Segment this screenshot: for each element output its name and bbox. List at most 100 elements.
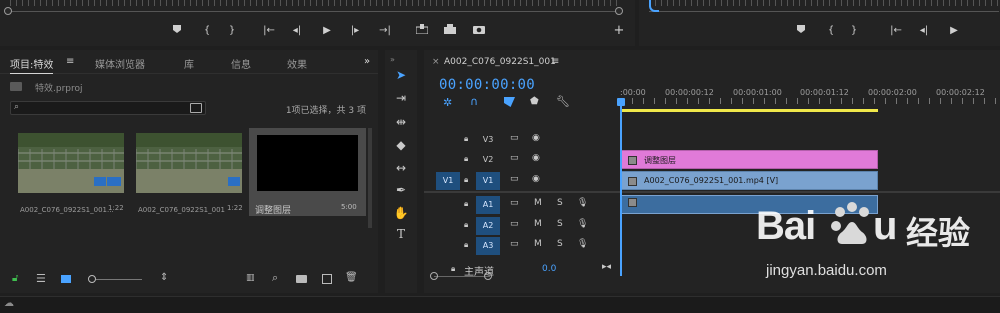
track-select-tool-icon[interactable]: ⇥ — [393, 90, 409, 106]
ripple-edit-tool-icon[interactable]: ⇹ — [393, 114, 409, 130]
tab-effects[interactable]: 效果 — [287, 56, 307, 71]
mark-in-icon[interactable]: { — [200, 24, 214, 38]
lock-icon[interactable]: 🔒︎ — [464, 154, 468, 164]
track-label[interactable]: V2 — [476, 151, 500, 169]
automate-to-sequence-icon[interactable]: ▥ — [246, 273, 255, 283]
track-label[interactable]: V3 — [476, 131, 500, 149]
lock-icon[interactable]: 🔓︎ — [12, 273, 18, 284]
timeline-scrollbar[interactable] — [434, 276, 490, 277]
panel-menu-icon[interactable]: ≡ — [66, 56, 74, 67]
nest-toggle-icon[interactable]: ✲ — [443, 96, 452, 109]
time-ruler[interactable] — [621, 98, 1000, 104]
mute-button[interactable]: M — [534, 239, 542, 249]
mute-button[interactable]: M — [534, 198, 542, 208]
sync-lock-icon[interactable]: ▭ — [510, 198, 519, 208]
eye-icon[interactable]: ◉ — [532, 133, 540, 143]
program-scrub-bar[interactable] — [649, 11, 999, 12]
play-icon[interactable]: ▶ — [320, 24, 334, 38]
add-marker-icon[interactable]: ⬟ — [530, 96, 539, 107]
lock-icon[interactable]: 🔒︎ — [464, 175, 468, 185]
cloud-sync-icon[interactable]: ☁ — [4, 298, 14, 309]
step-back-icon[interactable]: ◂| — [917, 24, 931, 38]
overwrite-icon[interactable] — [443, 24, 457, 38]
microphone-icon[interactable]: 🎙︎ — [577, 239, 588, 249]
mark-out-icon[interactable]: } — [225, 24, 239, 38]
camera-icon[interactable] — [472, 24, 486, 38]
panel-menu-icon[interactable]: ≡ — [551, 56, 559, 67]
slip-tool-icon[interactable]: ↔ — [393, 160, 409, 176]
list-view-icon[interactable]: ☰ — [36, 272, 46, 285]
icon-view-icon[interactable] — [61, 275, 71, 283]
go-to-in-icon[interactable]: |← — [889, 24, 903, 38]
search-input[interactable]: ⌕ — [10, 101, 206, 115]
add-marker-icon[interactable] — [170, 24, 184, 38]
more-tabs-icon[interactable]: » — [364, 56, 370, 67]
find-icon[interactable]: ⌕ — [272, 271, 278, 285]
source-patch-v1[interactable]: V1 — [436, 172, 460, 190]
eye-icon[interactable]: ◉ — [532, 174, 540, 184]
play-icon[interactable]: ▶ — [947, 24, 961, 38]
clip-thumbnail[interactable] — [17, 133, 124, 193]
sort-icon[interactable]: ⇕ — [160, 272, 168, 283]
sequence-thumbnail[interactable] — [135, 133, 242, 193]
selection-tool-icon[interactable]: ➤ — [393, 67, 409, 83]
new-bin-icon[interactable] — [296, 275, 307, 283]
eye-icon[interactable]: ◉ — [532, 153, 540, 163]
timecode-display[interactable]: 00:00:00:00 — [439, 77, 535, 93]
close-sequence-icon[interactable]: × — [432, 57, 440, 67]
lock-icon[interactable]: 🔒︎ — [464, 199, 468, 209]
track-label[interactable]: A3 — [476, 237, 500, 255]
go-to-in-icon[interactable]: |← — [262, 24, 276, 38]
source-in-handle[interactable] — [4, 7, 12, 15]
tab-libraries[interactable]: 库 — [184, 56, 194, 71]
new-item-icon[interactable] — [322, 274, 332, 284]
type-tool-icon[interactable]: T — [393, 226, 409, 242]
sync-lock-icon[interactable]: ▭ — [510, 219, 519, 229]
track-label[interactable]: V1 — [476, 172, 500, 190]
solo-button[interactable]: S — [557, 219, 563, 229]
zoom-slider[interactable] — [96, 279, 142, 280]
lock-icon[interactable]: 🔒︎ — [464, 220, 468, 230]
step-forward-icon[interactable]: |▸ — [348, 24, 362, 38]
source-out-handle[interactable] — [615, 7, 623, 15]
hand-tool-icon[interactable]: ✋ — [393, 205, 409, 221]
lock-icon[interactable]: 🔒︎ — [451, 264, 455, 274]
tab-media-browser[interactable]: 媒体浏览器 — [95, 56, 145, 71]
step-back-icon[interactable]: ◂| — [290, 24, 304, 38]
go-to-end-icon[interactable]: ▸◂ — [602, 262, 611, 272]
sync-lock-icon[interactable]: ▭ — [510, 239, 519, 249]
pen-tool-icon[interactable]: ✒ — [393, 182, 409, 198]
tab-project[interactable]: 项目:特效 — [10, 56, 54, 74]
lock-icon[interactable]: 🔒︎ — [464, 134, 468, 144]
track-label[interactable]: A1 — [476, 196, 500, 214]
track-label[interactable]: A2 — [476, 217, 500, 235]
snap-icon[interactable]: ∩ — [470, 95, 478, 108]
playhead-handle[interactable] — [617, 98, 625, 106]
scroll-handle-left[interactable] — [430, 272, 438, 280]
lock-icon[interactable]: 🔒︎ — [464, 240, 468, 250]
sequence-tab[interactable]: A002_C076_0922S1_001 — [444, 57, 556, 67]
adjustment-layer-clip[interactable]: 调整图层 — [621, 150, 878, 169]
adjustment-layer-item[interactable]: 调整图层 5:00 — [249, 128, 366, 216]
tools-menu-icon[interactable]: » — [390, 55, 395, 64]
solo-button[interactable]: S — [557, 198, 563, 208]
razor-tool-icon[interactable]: ◆ — [393, 137, 409, 153]
trash-icon[interactable]: 🗑︎ — [345, 272, 358, 283]
master-volume-value[interactable]: 0.0 — [542, 264, 556, 274]
settings-wrench-icon[interactable]: 🔧︎ — [556, 95, 570, 108]
mark-out-icon[interactable]: } — [847, 24, 861, 38]
mark-in-icon[interactable]: { — [824, 24, 838, 38]
sync-lock-icon[interactable]: ▭ — [510, 174, 519, 184]
new-bin-icon[interactable] — [190, 103, 202, 113]
source-scrub-bar[interactable] — [10, 11, 622, 12]
playhead[interactable] — [620, 98, 622, 276]
linked-selection-icon[interactable] — [504, 97, 515, 107]
tab-info[interactable]: 信息 — [231, 56, 251, 71]
video-clip[interactable]: A002_C076_0922S1_001.mp4 [V] — [621, 171, 878, 190]
go-to-out-icon[interactable]: →| — [378, 24, 392, 38]
sync-lock-icon[interactable]: ▭ — [510, 133, 519, 143]
microphone-icon[interactable]: 🎙︎ — [577, 219, 588, 229]
scroll-handle-right[interactable] — [484, 272, 492, 280]
work-area-bar[interactable] — [620, 109, 878, 112]
mute-button[interactable]: M — [534, 219, 542, 229]
